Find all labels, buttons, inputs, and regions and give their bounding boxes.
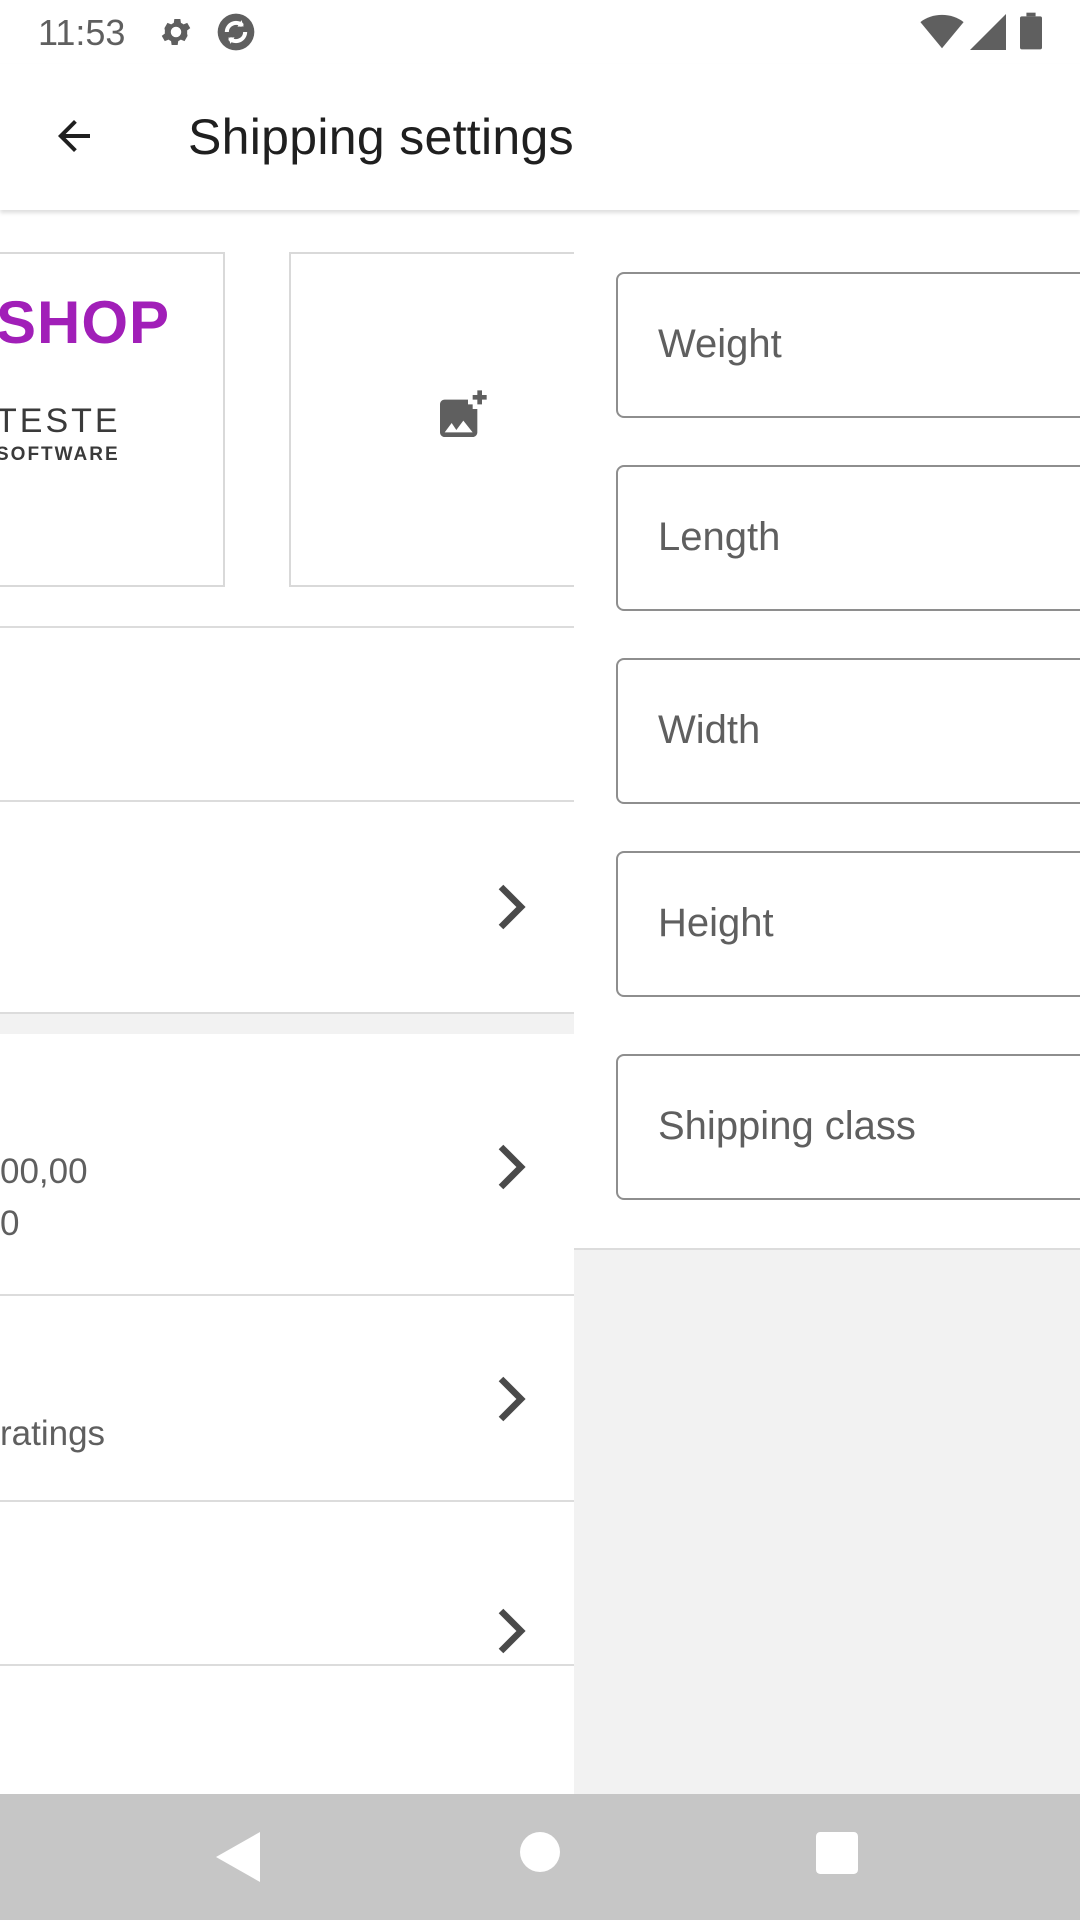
add-photo-icon xyxy=(433,388,489,449)
chevron-right-icon[interactable] xyxy=(494,1374,528,1429)
shipping-form: Weight Length Width Height Shipping clas… xyxy=(574,210,1080,1250)
shipping-class-field[interactable]: Shipping class xyxy=(616,1054,1080,1200)
weight-label: Weight xyxy=(658,322,782,366)
page-title: Shipping settings xyxy=(188,109,574,165)
weight-field[interactable]: Weight xyxy=(616,272,1080,418)
logo-line1: TESTE xyxy=(0,402,121,440)
battery-icon xyxy=(1020,12,1042,55)
divider xyxy=(0,1500,574,1502)
chevron-right-icon[interactable] xyxy=(494,882,528,937)
back-button[interactable] xyxy=(34,104,114,172)
nav-back-icon[interactable] xyxy=(216,1832,260,1887)
nav-home-icon[interactable] xyxy=(520,1832,560,1877)
cell-signal-icon xyxy=(970,14,1006,55)
width-label: Width xyxy=(658,708,761,752)
gear-icon xyxy=(158,14,194,55)
logo-word: SHOP xyxy=(0,289,171,356)
price-line2: 0 xyxy=(0,1204,20,1243)
product-detail-background: SHOP TESTE SOFTWARE 00,00 0 ratings xyxy=(0,210,574,1794)
status-bar: 11:53 xyxy=(0,0,1080,64)
nav-recents-icon[interactable] xyxy=(816,1832,858,1879)
chevron-right-icon[interactable] xyxy=(494,1142,528,1197)
product-image[interactable]: SHOP TESTE SOFTWARE xyxy=(0,252,225,587)
length-label: Length xyxy=(658,515,781,559)
divider xyxy=(0,1294,574,1296)
wifi-icon xyxy=(920,14,964,55)
price-line1: 00,00 xyxy=(0,1152,88,1191)
sync-icon xyxy=(214,10,258,59)
add-image-button[interactable] xyxy=(289,252,574,587)
reviews-text: ratings xyxy=(0,1414,106,1453)
chevron-right-icon[interactable] xyxy=(494,1606,528,1661)
logo-line2: SOFTWARE xyxy=(0,444,120,465)
shipping-class-label: Shipping class xyxy=(658,1104,916,1148)
divider xyxy=(0,1664,574,1666)
arrow-back-icon xyxy=(50,112,98,165)
section-gap xyxy=(0,1014,574,1034)
divider xyxy=(0,626,574,628)
divider xyxy=(0,800,574,802)
width-field[interactable]: Width xyxy=(616,658,1080,804)
length-field[interactable]: Length xyxy=(616,465,1080,611)
system-nav-bar xyxy=(0,1794,1080,1920)
status-time: 11:53 xyxy=(38,12,126,53)
height-field[interactable]: Height xyxy=(616,851,1080,997)
app-bar: Shipping settings xyxy=(0,64,1080,210)
height-label: Height xyxy=(658,901,774,945)
shipping-settings-sheet: Weight Length Width Height Shipping clas… xyxy=(574,210,1080,1794)
